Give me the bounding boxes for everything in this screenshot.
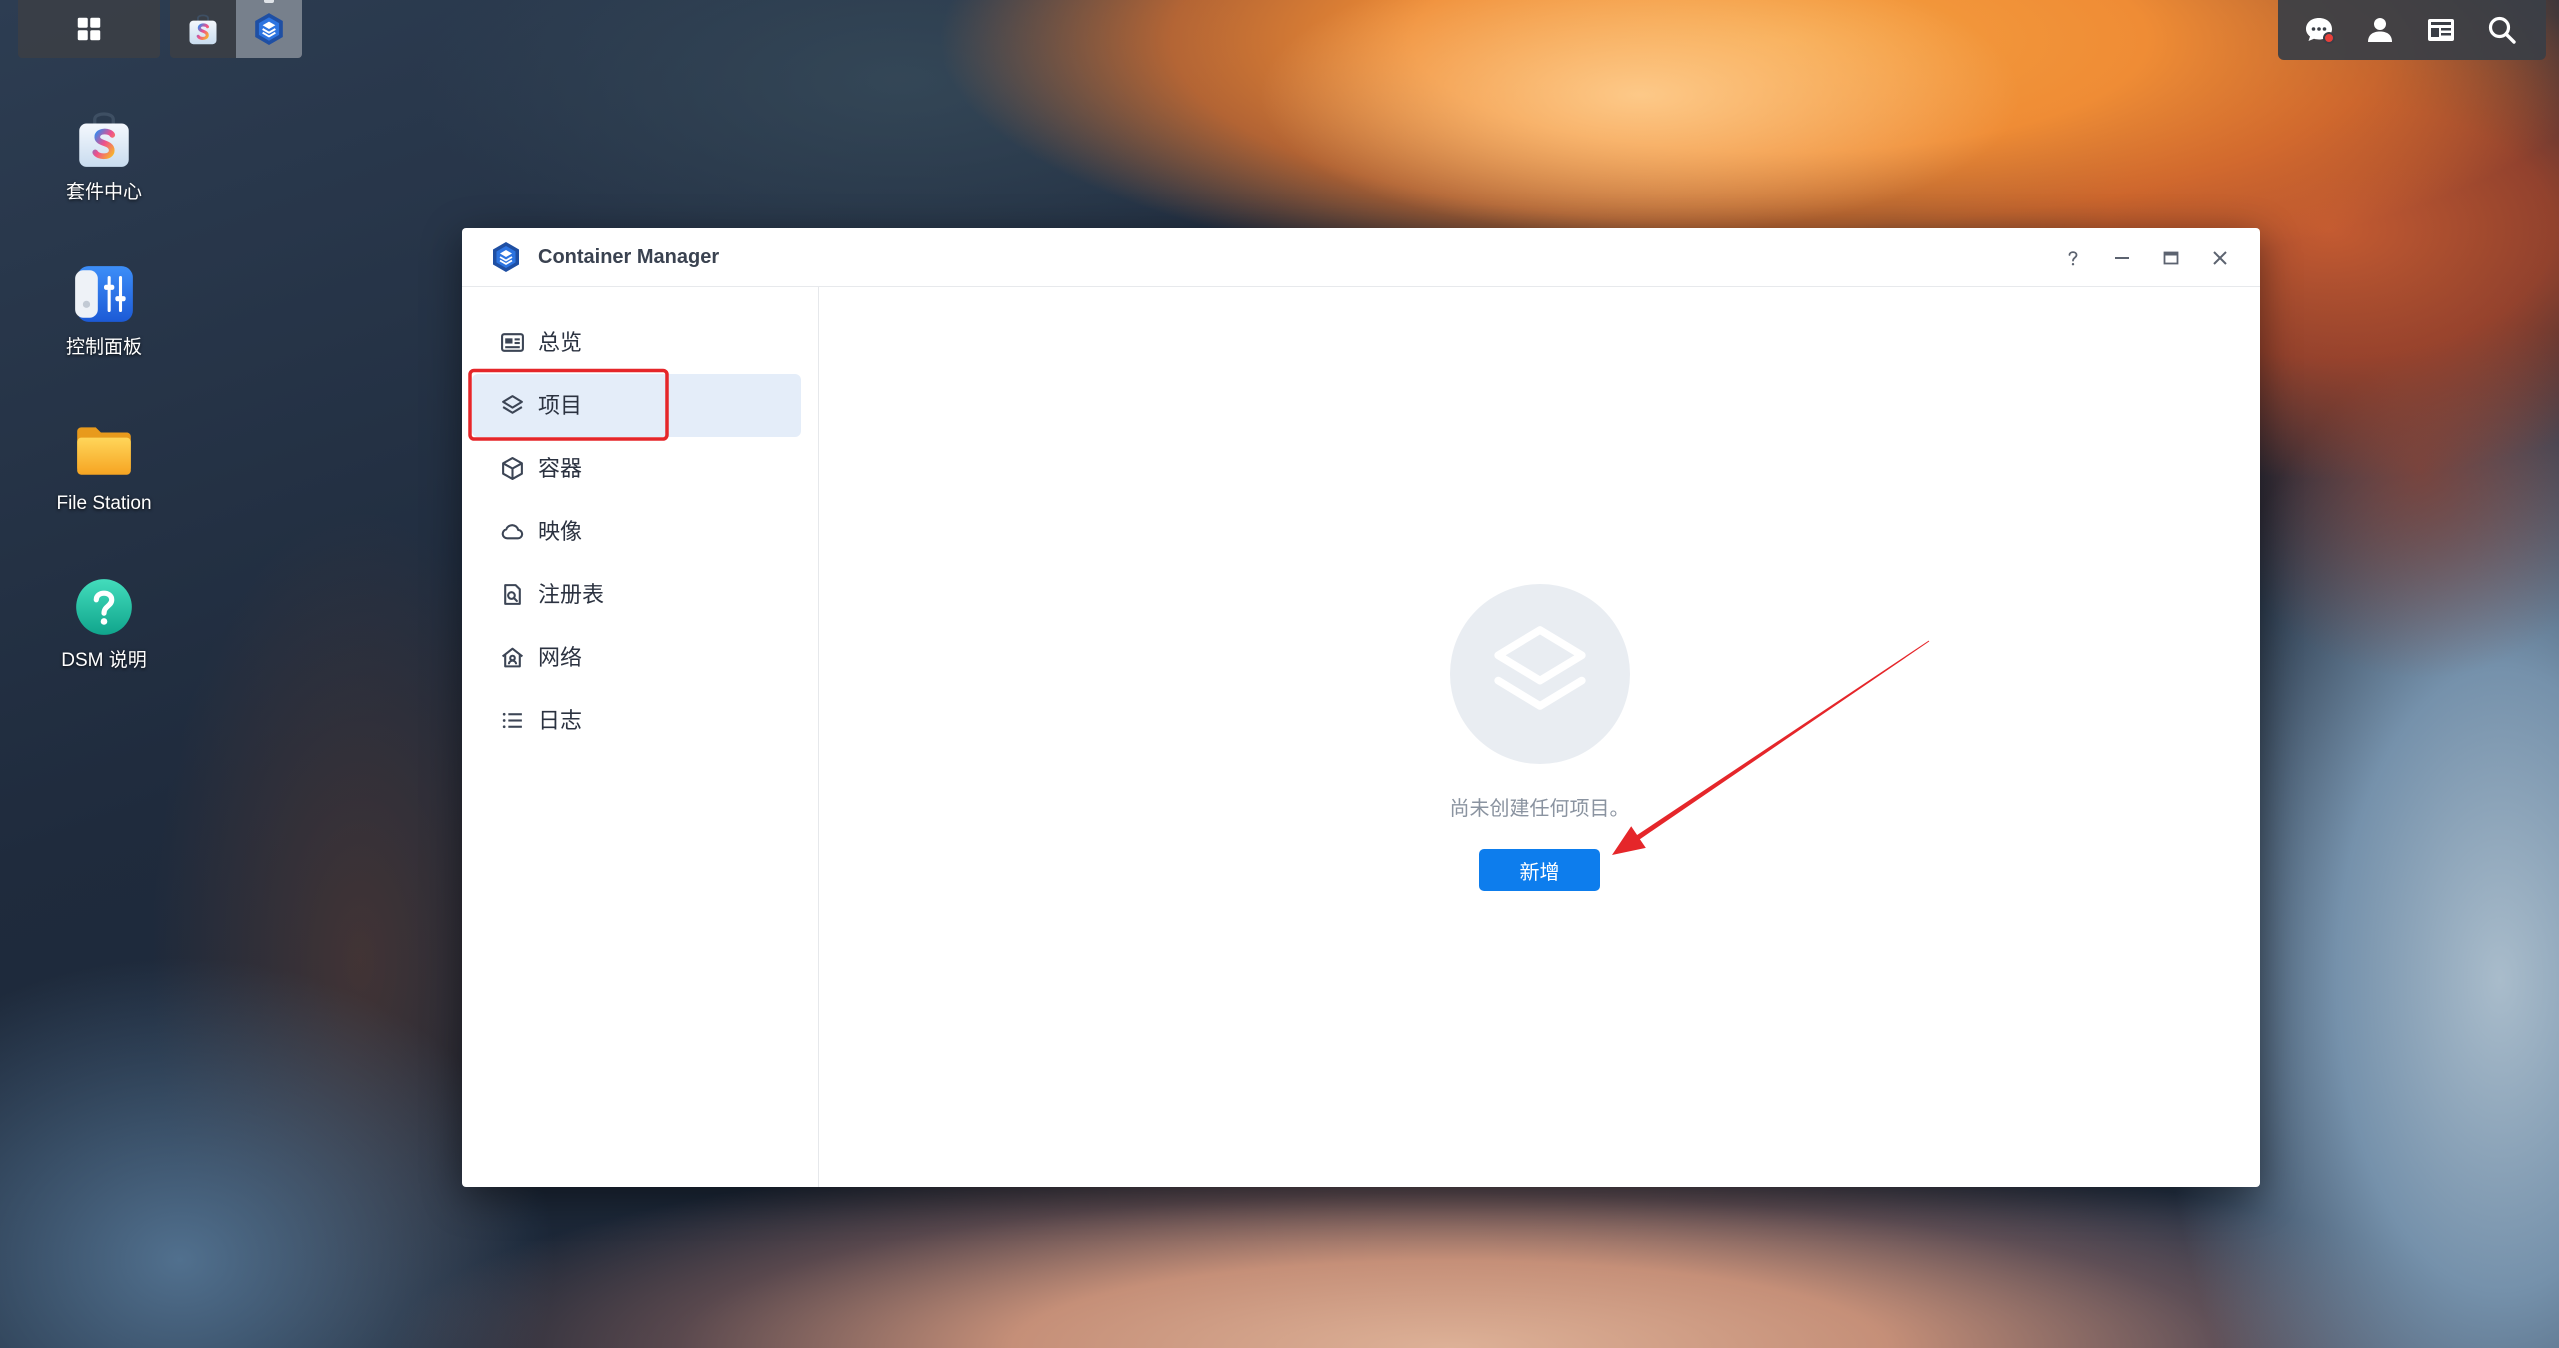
- desktop-icon-dsm-help[interactable]: DSM 说明: [24, 574, 184, 674]
- help-icon: [2068, 250, 2078, 265]
- help-button[interactable]: [2058, 243, 2088, 273]
- minimize-icon: [2115, 256, 2129, 259]
- sidebar-item-label: 日志: [538, 708, 583, 733]
- control-panel-icon: [75, 266, 133, 322]
- registry-search-icon: [500, 582, 525, 607]
- sidebar: 总览 项目 容器 映像 注册表 网络 日志: [462, 287, 819, 1187]
- widgets-icon: [2427, 19, 2454, 41]
- package-center-icon: [79, 112, 129, 167]
- main-menu-grid-icon: [77, 17, 101, 41]
- network-icon: [500, 645, 525, 670]
- sidebar-item-images[interactable]: 映像: [472, 500, 801, 563]
- desktop-icon-label: 控制面板: [65, 337, 142, 358]
- sidebar-item-label: 项目: [538, 393, 583, 418]
- window-controls: [2058, 228, 2235, 287]
- taskbar-app-container-manager[interactable]: [236, 0, 302, 58]
- sidebar-item-label: 总览: [538, 330, 583, 355]
- sidebar-item-overview[interactable]: 总览: [472, 311, 801, 374]
- main-content: 尚未创建任何项目。 新增: [819, 287, 2260, 1187]
- close-button[interactable]: [2205, 243, 2235, 273]
- search-icon: [2488, 16, 2516, 44]
- taskbar-app-package-center[interactable]: [170, 0, 236, 58]
- sidebar-item-projects[interactable]: 项目: [472, 374, 801, 437]
- maximize-button[interactable]: [2156, 243, 2186, 273]
- container-manager-icon: [255, 13, 283, 45]
- cloud-icon: [500, 519, 525, 544]
- desktop-icon-label: 套件中心: [65, 182, 142, 203]
- notifications-button[interactable]: [2288, 0, 2349, 60]
- desktop-icon-package-center[interactable]: 套件中心: [24, 106, 184, 206]
- maximize-icon: [2163, 251, 2179, 264]
- sidebar-item-network[interactable]: 网络: [472, 626, 801, 689]
- layers-icon: [500, 393, 525, 418]
- open-apps-bar: [170, 0, 302, 58]
- sidebar-item-logs[interactable]: 日志: [472, 689, 801, 752]
- search-button[interactable]: [2471, 0, 2532, 60]
- system-tray: [2278, 0, 2546, 60]
- add-project-button[interactable]: 新增: [1479, 849, 1600, 891]
- user-menu-button[interactable]: [2349, 0, 2410, 60]
- sidebar-item-label: 容器: [538, 456, 583, 481]
- container-manager-window: Container Manager 总览 项目 容器 映像 注册表 网络 日志 …: [462, 228, 2260, 1187]
- window-body: 总览 项目 容器 映像 注册表 网络 日志 尚未创建任何项目。 新增: [462, 287, 2260, 1187]
- sidebar-item-containers[interactable]: 容器: [472, 437, 801, 500]
- empty-state: 尚未创建任何项目。 新增: [819, 584, 2260, 891]
- sidebar-item-label: 网络: [538, 645, 583, 670]
- overview-icon: [500, 330, 525, 355]
- package-center-icon: [189, 14, 217, 45]
- desktop-icon-label: DSM 说明: [61, 650, 147, 671]
- desktop-icon-label: File Station: [56, 493, 152, 514]
- container-manager-icon: [493, 242, 519, 272]
- dsm-help-icon: [76, 579, 132, 635]
- empty-state-illustration: [1449, 584, 1630, 764]
- desktop-icon-file-station[interactable]: File Station: [24, 417, 184, 517]
- main-menu-button[interactable]: [18, 0, 160, 58]
- minimize-button[interactable]: [2107, 243, 2137, 273]
- window-title-bar[interactable]: Container Manager: [462, 228, 2260, 287]
- desktop-icon-control-panel[interactable]: 控制面板: [24, 261, 184, 361]
- widgets-button[interactable]: [2410, 0, 2471, 60]
- file-station-icon: [77, 427, 131, 475]
- list-icon: [500, 708, 525, 733]
- sidebar-item-label: 注册表: [538, 582, 605, 607]
- close-icon: [2213, 250, 2227, 265]
- sidebar-item-label: 映像: [538, 519, 583, 544]
- empty-state-message: 尚未创建任何项目。: [1449, 798, 1630, 820]
- notification-badge: [2323, 32, 2335, 44]
- window-title: Container Manager: [538, 246, 720, 268]
- layers-icon: [1493, 626, 1586, 710]
- user-icon: [2367, 18, 2392, 42]
- cube-icon: [500, 456, 525, 481]
- sidebar-item-registry[interactable]: 注册表: [472, 563, 801, 626]
